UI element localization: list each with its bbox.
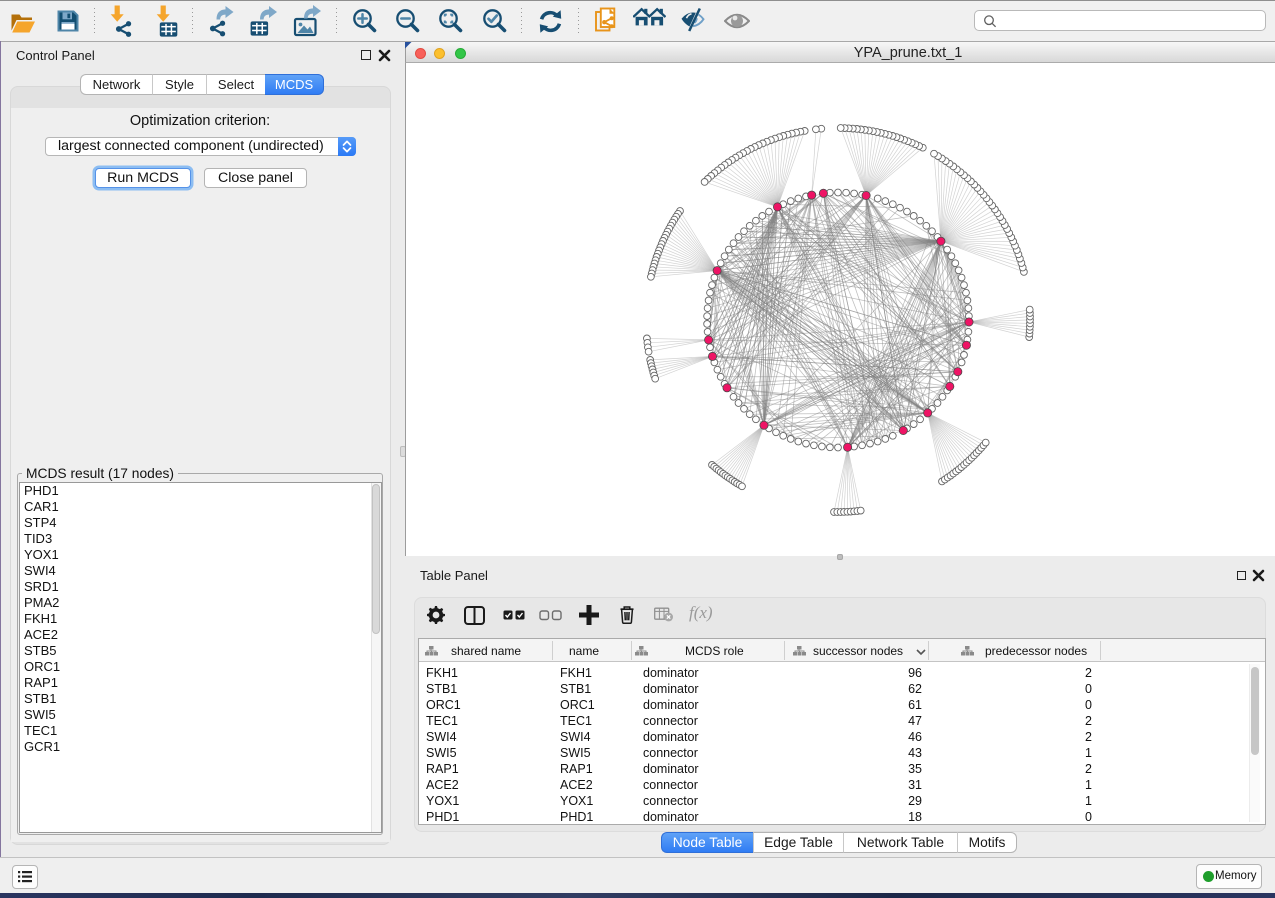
svg-text:f(x): f(x) (689, 603, 713, 622)
